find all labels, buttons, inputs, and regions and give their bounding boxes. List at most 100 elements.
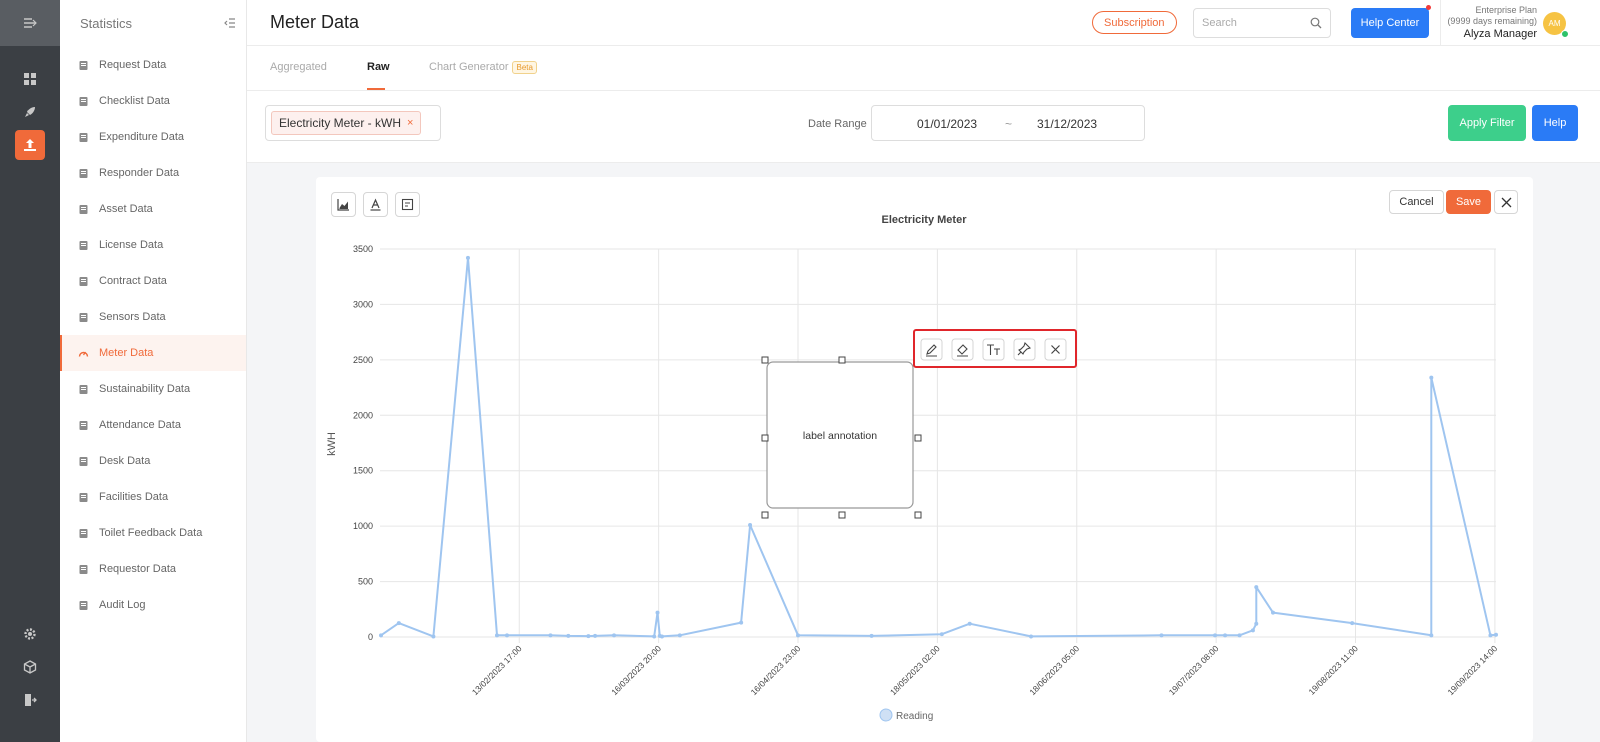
subscription-button[interactable]: Subscription bbox=[1092, 11, 1177, 34]
logout-nav-button[interactable] bbox=[15, 685, 45, 715]
remove-meter-chip-button[interactable]: × bbox=[407, 117, 413, 129]
fill-color-button[interactable] bbox=[951, 338, 974, 361]
resize-handle[interactable] bbox=[838, 356, 846, 364]
header-divider bbox=[1440, 0, 1441, 46]
sidebar-item-label: Sensors Data bbox=[99, 311, 166, 323]
y-tick-label: 1500 bbox=[353, 466, 373, 476]
sidebar-item-label: Responder Data bbox=[99, 167, 180, 179]
sidebar-item-audit-log[interactable]: Audit Log bbox=[60, 587, 246, 623]
data-point bbox=[1213, 633, 1218, 638]
sidebar-item-sensors-data[interactable]: Sensors Data bbox=[60, 299, 246, 335]
resize-handle[interactable] bbox=[914, 511, 922, 519]
sidebar-item-expenditure-data[interactable]: Expenditure Data bbox=[60, 119, 246, 155]
search-icon[interactable] bbox=[1310, 17, 1322, 29]
tab-aggregated[interactable]: Aggregated bbox=[270, 61, 327, 73]
sidebar-item-attendance-data[interactable]: Attendance Data bbox=[60, 407, 246, 443]
sidebar-title: Statistics bbox=[80, 15, 133, 31]
resize-handle[interactable] bbox=[914, 434, 922, 442]
gear-icon bbox=[24, 628, 36, 640]
collapse-icon bbox=[224, 18, 235, 28]
sidebar-item-asset-data[interactable]: Asset Data bbox=[60, 191, 246, 227]
search-input[interactable] bbox=[1202, 17, 1302, 29]
y-tick-label: 3000 bbox=[353, 299, 373, 309]
date-range-label: Date Range bbox=[808, 118, 867, 130]
text-size-button[interactable] bbox=[982, 338, 1005, 361]
data-point bbox=[1250, 628, 1255, 633]
collapse-menu-button[interactable] bbox=[0, 0, 60, 46]
data-point bbox=[1029, 634, 1034, 639]
user-name[interactable]: Alyza Manager bbox=[1447, 27, 1537, 41]
sidebar-item-license-data[interactable]: License Data bbox=[60, 227, 246, 263]
x-tick-label: 13/02/2023 17:00 bbox=[470, 643, 524, 697]
apply-filter-button[interactable]: Apply Filter bbox=[1448, 105, 1526, 141]
beta-badge: Beta bbox=[512, 61, 537, 74]
settings-nav-button[interactable] bbox=[15, 619, 45, 649]
y-tick-label: 2000 bbox=[353, 410, 373, 420]
plan-name: Enterprise Plan bbox=[1475, 5, 1537, 15]
sidebar-item-facilities-data[interactable]: Facilities Data bbox=[60, 479, 246, 515]
sidebar-item-requestor-data[interactable]: Requestor Data bbox=[60, 551, 246, 587]
search-box bbox=[1193, 8, 1331, 38]
x-tick-label: 19/08/2023 11:00 bbox=[1307, 643, 1361, 697]
launch-nav-button[interactable] bbox=[15, 97, 45, 127]
edit-annotation-button[interactable] bbox=[920, 338, 943, 361]
resize-handle[interactable] bbox=[761, 511, 769, 519]
data-point bbox=[1350, 621, 1355, 626]
data-point bbox=[1429, 633, 1434, 638]
sidebar-item-toilet-feedback-data[interactable]: Toilet Feedback Data bbox=[60, 515, 246, 551]
data-point bbox=[1271, 610, 1275, 615]
help-center-button[interactable]: Help Center bbox=[1351, 8, 1429, 38]
x-tick-label: 16/04/2023 23:00 bbox=[749, 643, 803, 697]
sidebar-item-meter-data[interactable]: Meter Data bbox=[60, 335, 246, 371]
sidebar-item-contract-data[interactable]: Contract Data bbox=[60, 263, 246, 299]
date-to-field[interactable]: 31/12/2023 bbox=[1037, 117, 1097, 131]
chart-grid bbox=[380, 248, 1496, 643]
chart-editor-card: Cancel Save Electricity Meter kWH 0 500 10… bbox=[316, 177, 1533, 742]
legend-label-reading: Reading bbox=[896, 711, 933, 722]
delete-annotation-button[interactable] bbox=[1044, 338, 1067, 361]
data-point bbox=[431, 634, 436, 639]
data-point bbox=[1223, 633, 1228, 638]
dashboard-nav-button[interactable] bbox=[15, 64, 45, 94]
sidebar-item-label: Asset Data bbox=[99, 203, 153, 215]
tab-chart-generator-label: Chart Generator bbox=[429, 61, 509, 73]
electricity-meter-chart: Electricity Meter kWH 0 500 1000 1500 2000 25… bbox=[326, 214, 1499, 722]
resize-handle[interactable] bbox=[761, 356, 769, 364]
tab-raw[interactable]: Raw bbox=[367, 61, 390, 73]
data-point bbox=[796, 633, 801, 638]
sidebar-item-responder-data[interactable]: Responder Data bbox=[60, 155, 246, 191]
feedback-icon bbox=[79, 528, 88, 538]
sidebar-item-checklist-data[interactable]: Checklist Data bbox=[60, 83, 246, 119]
tab-chart-generator[interactable]: Chart Generator Beta bbox=[429, 61, 537, 74]
license-icon bbox=[79, 240, 88, 250]
sidebar-item-label: Checklist Data bbox=[99, 95, 170, 107]
date-range-picker[interactable]: 01/01/2023 ~ 31/12/2023 bbox=[871, 105, 1145, 141]
data-point bbox=[1429, 375, 1434, 380]
date-from-field[interactable]: 01/01/2023 bbox=[917, 117, 977, 131]
sidebar-item-label: Contract Data bbox=[99, 275, 167, 287]
collapse-sidebar-button[interactable] bbox=[220, 13, 240, 33]
menu-expand-icon bbox=[24, 18, 37, 28]
cube-icon bbox=[23, 660, 37, 674]
label-annotation[interactable]: label annotation bbox=[761, 356, 922, 519]
statistics-nav-button[interactable] bbox=[15, 130, 45, 160]
sidebar-item-desk-data[interactable]: Desk Data bbox=[60, 443, 246, 479]
resize-handle[interactable] bbox=[761, 434, 769, 442]
asset-icon bbox=[79, 204, 88, 214]
checklist-icon bbox=[79, 96, 88, 106]
facilities-icon bbox=[79, 492, 88, 502]
x-tick-label: 19/07/2023 08:00 bbox=[1167, 643, 1221, 697]
pin-annotation-button[interactable] bbox=[1013, 338, 1036, 361]
sidebar-item-sustainability-data[interactable]: Sustainability Data bbox=[60, 371, 246, 407]
sidebar-item-request-data[interactable]: Request Data bbox=[60, 47, 246, 83]
sidebar-item-label: Audit Log bbox=[99, 599, 146, 611]
help-button[interactable]: Help bbox=[1532, 105, 1578, 141]
chart-legend[interactable]: Reading bbox=[879, 708, 933, 722]
resize-handle[interactable] bbox=[838, 511, 846, 519]
data-point bbox=[967, 621, 972, 626]
annotation-text[interactable]: label annotation bbox=[803, 430, 877, 442]
legend-marker-reading bbox=[879, 708, 893, 722]
modules-nav-button[interactable] bbox=[15, 652, 45, 682]
data-point bbox=[1237, 633, 1242, 638]
meter-select[interactable]: Electricity Meter - kWH × bbox=[265, 105, 441, 141]
